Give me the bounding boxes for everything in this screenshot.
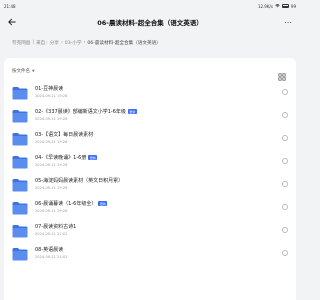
- file-row[interactable]: 02-《337晨读》部编新语文小学1-6年级 更新 2024-09-11 19:…: [4, 103, 296, 126]
- file-row[interactable]: 07-晨读资料古诗1 2024-09-11 21:02: [4, 218, 296, 241]
- file-name-line: 04-《早读晚诵》1-6册 更新: [35, 154, 282, 161]
- file-text: 02-《337晨读》部编新语文小学1-6年级 更新 2024-09-11 19:…: [35, 108, 282, 121]
- file-date: 2024-09-11 19:26: [35, 209, 68, 213]
- folder-icon: [12, 223, 28, 237]
- file-text: 03-【语文】每日晨读素材 2024-09-11 19:26: [35, 131, 282, 144]
- select-radio[interactable]: [282, 180, 288, 187]
- file-name: 04-《早读晚诵》1-6册: [35, 155, 87, 161]
- file-date: 2024-09-11 19:26: [35, 140, 68, 144]
- file-name-line: 02-《337晨读》部编新语文小学1-6年级 更新: [35, 108, 282, 115]
- battery-level: 99: [290, 3, 296, 9]
- file-date: 2024-09-11 19:26: [35, 186, 68, 190]
- wifi-icon: [275, 3, 280, 9]
- select-radio[interactable]: [282, 157, 288, 164]
- breadcrumb-item[interactable]: 03-小学: [65, 40, 82, 46]
- file-name: 06-晨诵暮读（1-6年级全）: [35, 201, 97, 207]
- file-name-line: 08-英语晨读: [35, 246, 282, 253]
- select-radio[interactable]: [282, 88, 288, 95]
- file-list: 01-豆神晨读 2024-09-11 19:28 02-《337晨读》部编新语文…: [4, 80, 296, 264]
- update-badge: 更新: [127, 109, 137, 114]
- breadcrumb-current: 06-晨读材料-超全合集（语文英语）: [87, 41, 161, 46]
- select-radio[interactable]: [282, 134, 288, 141]
- status-right: 12.9K/s 99: [258, 4, 296, 9]
- page-title: 06-晨读材料-超全合集（语文英语）: [97, 19, 203, 27]
- file-row[interactable]: 06-晨诵暮读（1-6年级全） 更新 2024-09-11 19:26: [4, 195, 296, 218]
- folder-icon: [12, 200, 28, 214]
- file-row[interactable]: 04-《早读晚诵》1-6册 更新 2024-09-11 19:26: [4, 149, 296, 172]
- file-text: 07-晨读资料古诗1 2024-09-11 21:02: [35, 223, 282, 236]
- file-text: 04-《早读晚诵》1-6册 更新 2024-09-11 19:26: [35, 154, 282, 167]
- file-name-line: 01-豆神晨读: [35, 85, 282, 92]
- file-name: 07-晨读资料古诗1: [35, 224, 77, 230]
- back-arrow-icon[interactable]: [6, 16, 18, 28]
- file-name: 01-豆神晨读: [35, 86, 64, 92]
- file-text: 05-海淀妈妈晨读素材（英文日积月累） 2024-09-11 19:26: [35, 177, 282, 190]
- select-radio[interactable]: [282, 226, 288, 233]
- header: 06-晨读材料-超全合集（语文英语） ⋯: [0, 12, 300, 32]
- sort-dropdown[interactable]: 按文件名 ▼: [12, 68, 35, 74]
- select-radio[interactable]: [282, 249, 288, 256]
- file-row[interactable]: 01-豆神晨读 2024-09-11 19:28: [4, 80, 296, 103]
- file-date: 2024-09-11 21:02: [35, 232, 68, 236]
- breadcrumb-separator: |: [32, 40, 34, 45]
- file-date: 2024-09-11 19:26: [35, 163, 68, 167]
- file-row[interactable]: 05-海淀妈妈晨读素材（英文日积月累） 2024-09-11 19:26: [4, 172, 296, 195]
- folder-icon: [12, 154, 28, 168]
- breadcrumb-separator: ›: [60, 40, 63, 45]
- list-view-toggle-icon[interactable]: [278, 66, 286, 81]
- select-radio[interactable]: [282, 203, 288, 210]
- folder-icon: [12, 85, 28, 99]
- file-text: 08-英语晨读 2024-09-11 21:02: [35, 246, 282, 259]
- file-name-line: 03-【语文】每日晨读素材: [35, 131, 282, 138]
- file-name-line: 07-晨读资料古诗1: [35, 223, 282, 230]
- update-badge: 更新: [88, 155, 98, 160]
- file-name: 05-海淀妈妈晨读素材（英文日积月累）: [35, 178, 124, 184]
- folder-icon: [12, 131, 28, 145]
- file-list-card: 按文件名 ▼ 01-豆神晨读 2024-09-11 19:28 02-《337晨…: [4, 58, 296, 300]
- more-options-icon[interactable]: ⋯: [282, 16, 294, 28]
- file-name: 03-【语文】每日晨读素材: [35, 132, 94, 138]
- sort-label: 按文件名: [12, 69, 30, 74]
- status-bar: 21:48 12.9K/s 99: [0, 0, 300, 12]
- file-text: 06-晨诵暮读（1-6年级全） 更新 2024-09-11 19:26: [35, 200, 282, 213]
- breadcrumb: 夸克网盘 | 来自：分享 › 03-小学 › 06-晨读材料-超全合集（语文英语…: [12, 40, 161, 46]
- file-name: 08-英语晨读: [35, 247, 64, 253]
- network-speed: 12.9K/s: [257, 3, 273, 9]
- select-radio[interactable]: [282, 111, 288, 118]
- file-date: 2024-09-11 19:26: [35, 117, 68, 121]
- file-date: 2024-09-11 21:02: [35, 255, 68, 259]
- file-row[interactable]: 08-英语晨读 2024-09-11 21:02: [4, 241, 296, 264]
- folder-icon: [12, 108, 28, 122]
- folder-icon: [12, 246, 28, 260]
- battery-icon: [281, 4, 289, 8]
- breadcrumb-separator: ›: [83, 40, 86, 45]
- breadcrumb-item[interactable]: 夸克网盘: [12, 40, 30, 46]
- caret-down-icon: ▼: [32, 69, 35, 73]
- folder-icon: [12, 177, 28, 191]
- file-date: 2024-09-11 19:28: [35, 94, 68, 98]
- file-row[interactable]: 03-【语文】每日晨读素材 2024-09-11 19:26: [4, 126, 296, 149]
- status-time: 21:48: [4, 3, 16, 9]
- file-name-line: 05-海淀妈妈晨读素材（英文日积月累）: [35, 177, 282, 184]
- breadcrumb-item[interactable]: 来自：分享: [36, 40, 59, 46]
- file-name-line: 06-晨诵暮读（1-6年级全） 更新: [35, 200, 282, 207]
- file-text: 01-豆神晨读 2024-09-11 19:28: [35, 85, 282, 98]
- file-name: 02-《337晨读》部编新语文小学1-6年级: [35, 109, 126, 115]
- update-badge: 更新: [98, 201, 108, 206]
